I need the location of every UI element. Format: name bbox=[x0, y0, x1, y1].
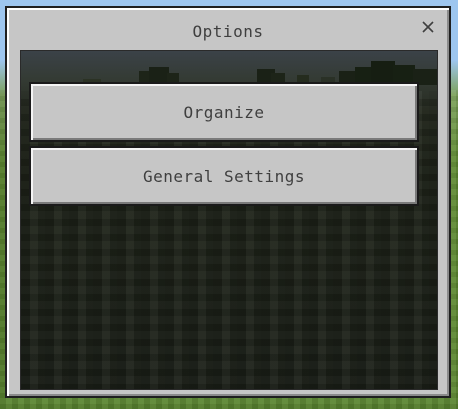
general-settings-button-label: General Settings bbox=[142, 166, 306, 186]
close-button[interactable] bbox=[419, 18, 437, 36]
dialog-title: Options bbox=[192, 22, 264, 41]
options-dialog: Options Organize General Settings bbox=[5, 6, 451, 398]
organize-button-label: Organize bbox=[183, 102, 265, 122]
close-icon bbox=[422, 21, 434, 33]
title-bar: Options bbox=[7, 8, 449, 50]
organize-button[interactable]: Organize bbox=[29, 82, 419, 142]
general-settings-button[interactable]: General Settings bbox=[29, 146, 419, 206]
